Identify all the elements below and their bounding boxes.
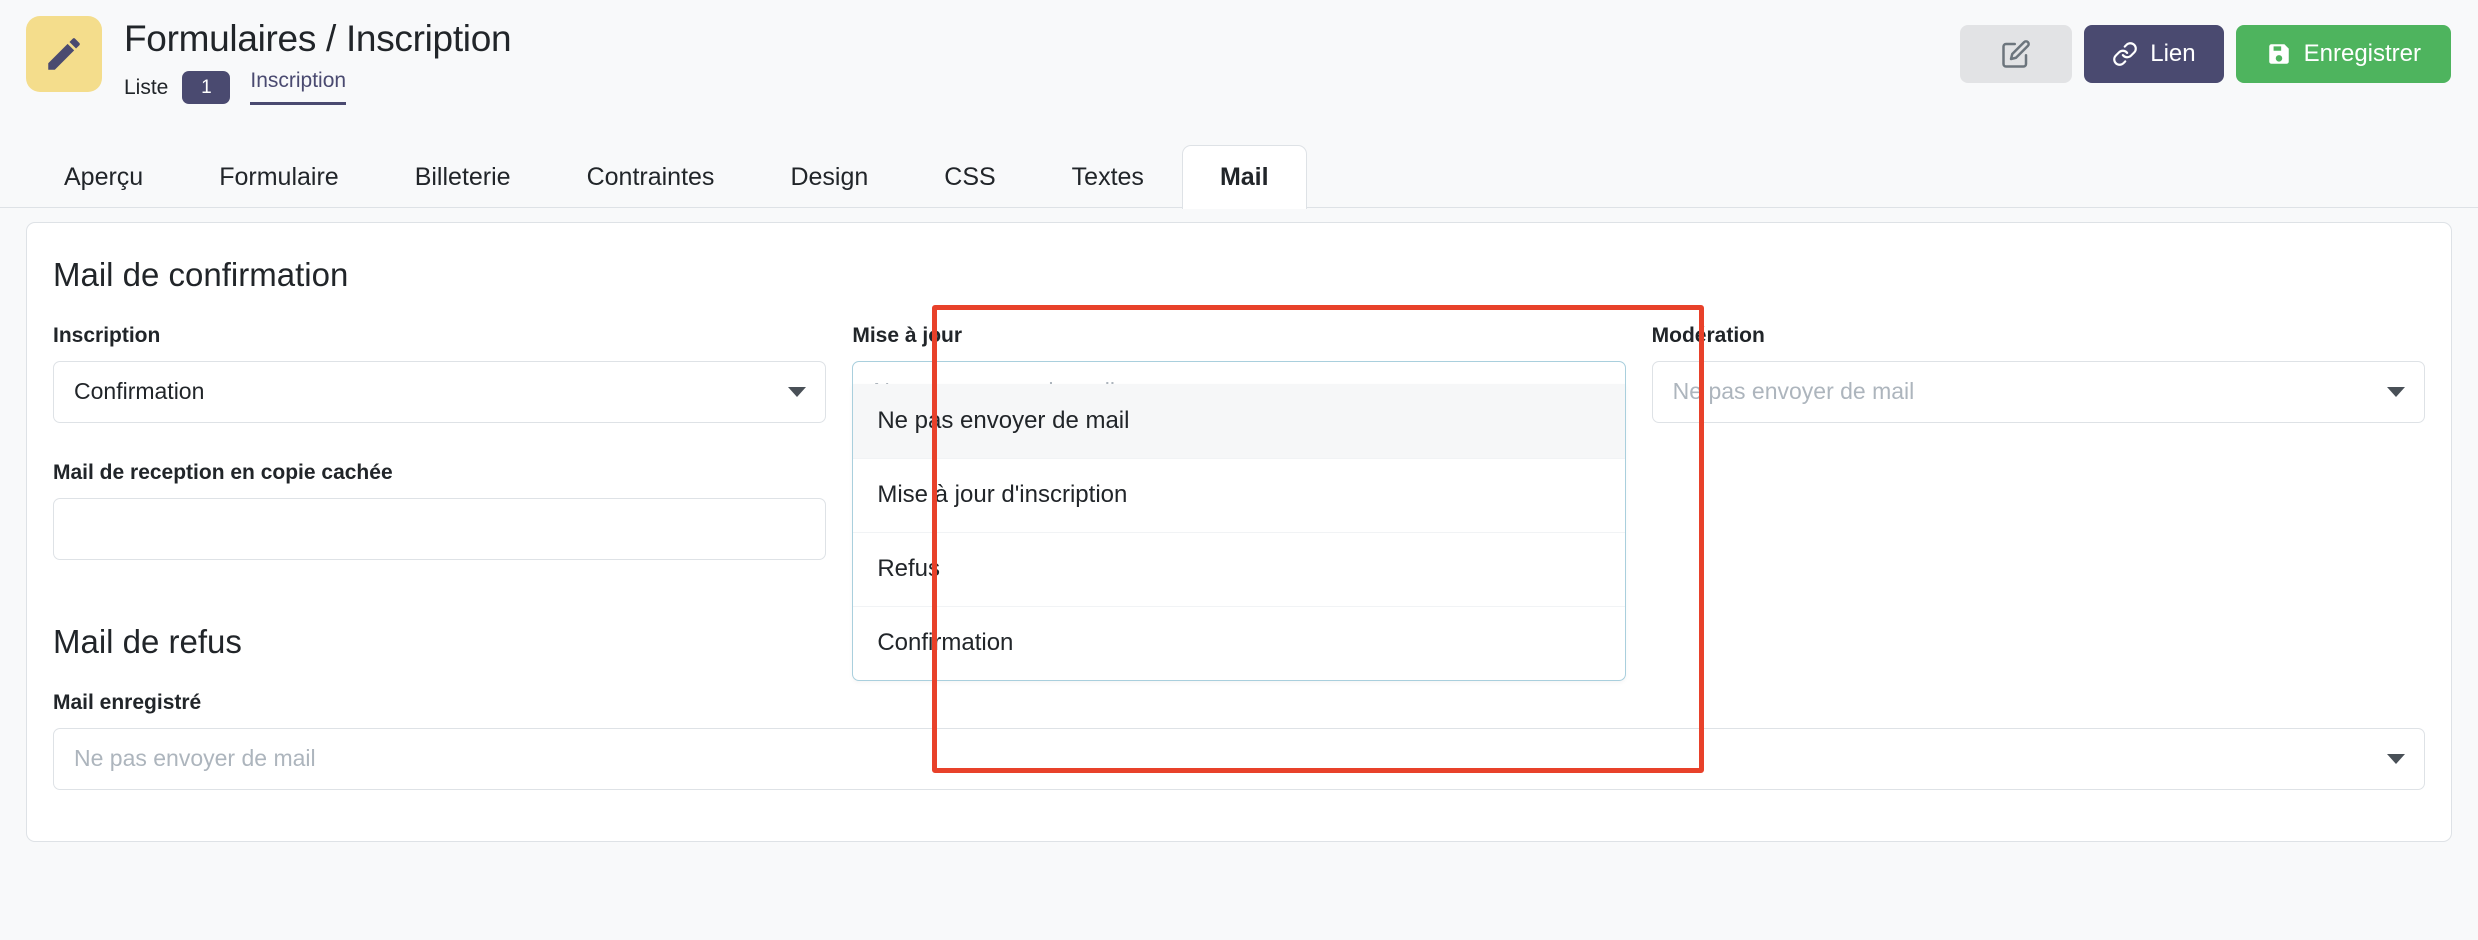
tab-apercu[interactable]: Aperçu xyxy=(26,146,181,208)
label-moderation: Modération xyxy=(1651,323,1765,347)
select-moderation-value: Ne pas envoyer de mail xyxy=(1672,378,1915,405)
tab-design[interactable]: Design xyxy=(752,146,906,208)
field-mise-a-jour: Mise à jour Ne pas envoyer de mail Ne pa… xyxy=(852,323,1626,681)
tab-bar: Aperçu Formulaire Billeterie Contraintes… xyxy=(0,128,2478,209)
select-inscription[interactable]: Confirmation xyxy=(53,360,827,423)
label-mise-a-jour: Mise à jour xyxy=(852,323,963,347)
chevron-down-icon xyxy=(788,386,807,397)
title-block: Formulaires / Inscription Liste 1 Inscri… xyxy=(26,16,512,105)
tab-css[interactable]: CSS xyxy=(906,146,1033,208)
field-mail-enregistre: Mail enregistré Ne pas envoyer de mail xyxy=(53,690,2425,790)
dropdown-option-ne-pas-envoyer[interactable]: Ne pas envoyer de mail xyxy=(853,383,1625,458)
app-header: Formulaires / Inscription Liste 1 Inscri… xyxy=(0,0,2478,128)
tab-formulaire[interactable]: Formulaire xyxy=(181,146,376,208)
mail-settings-card: Mail de confirmation Inscription Confirm… xyxy=(26,222,2452,842)
tab-mail[interactable]: Mail xyxy=(1181,145,1307,209)
breadcrumb-current[interactable]: Inscription xyxy=(250,70,347,105)
chevron-down-icon xyxy=(2387,753,2405,764)
label-mail-enregistre: Mail enregistré xyxy=(53,690,202,714)
breadcrumb-parent[interactable]: Liste xyxy=(124,77,168,98)
select-moderation[interactable]: Ne pas envoyer de mail xyxy=(1651,360,2425,423)
input-copie-cachee[interactable] xyxy=(53,497,827,560)
dropdown-option-refus[interactable]: Refus xyxy=(853,531,1625,606)
save-button-label: Enregistrer xyxy=(2303,40,2421,67)
section-title-confirmation: Mail de confirmation xyxy=(53,256,349,293)
floppy-disk-icon xyxy=(2266,41,2292,67)
dropdown-option-confirmation[interactable]: Confirmation xyxy=(853,605,1625,680)
select-mail-enregistre-value: Ne pas envoyer de mail xyxy=(74,745,316,772)
tab-textes[interactable]: Textes xyxy=(1034,146,1182,208)
dropdown-option-mise-a-jour-inscription[interactable]: Mise à jour d'inscription xyxy=(853,457,1625,532)
edit-button[interactable] xyxy=(1960,25,2073,83)
link-button[interactable]: Lien xyxy=(2084,25,2224,83)
chevron-down-icon xyxy=(2386,386,2405,397)
field-moderation: Modération Ne pas envoyer de mail xyxy=(1651,323,2425,423)
edit-square-icon xyxy=(2001,39,2031,69)
label-inscription: Inscription xyxy=(53,323,161,347)
header-actions: Lien Enregistrer xyxy=(1960,25,2451,83)
mail-selects-row: Inscription Confirmation Mail de recepti… xyxy=(53,323,2425,681)
tab-billeterie[interactable]: Billeterie xyxy=(377,146,549,208)
breadcrumb-count-badge: 1 xyxy=(182,70,231,104)
link-icon xyxy=(2112,41,2138,67)
page-title: Formulaires / Inscription xyxy=(124,18,512,59)
breadcrumb: Liste 1 Inscription xyxy=(124,70,511,105)
dropdown-mise-a-jour-options: Ne pas envoyer de mail Mise à jour d'ins… xyxy=(852,383,1626,681)
field-copie-cachee: Mail de reception en copie cachée xyxy=(53,460,827,560)
tab-contraintes[interactable]: Contraintes xyxy=(549,146,753,208)
label-copie-cachee: Mail de reception en copie cachée xyxy=(53,460,393,484)
field-inscription: Inscription Confirmation Mail de recepti… xyxy=(53,323,827,560)
select-mail-enregistre[interactable]: Ne pas envoyer de mail xyxy=(53,727,2425,790)
save-button[interactable]: Enregistrer xyxy=(2235,25,2451,83)
title-texts: Formulaires / Inscription Liste 1 Inscri… xyxy=(124,16,512,105)
pencil-icon xyxy=(26,16,102,92)
link-button-label: Lien xyxy=(2150,40,2196,67)
select-inscription-value: Confirmation xyxy=(74,378,205,405)
